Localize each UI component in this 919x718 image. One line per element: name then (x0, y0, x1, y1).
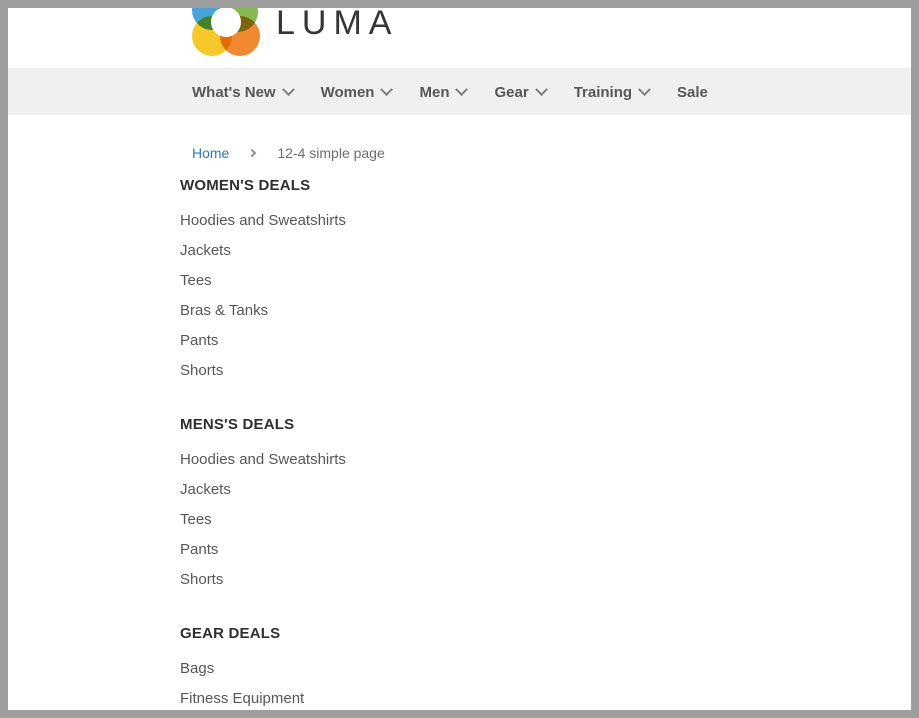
section-heading: WOMEN'S DEALS (180, 177, 311, 194)
chevron-down-icon (638, 82, 651, 96)
nav-item-label: What's New (192, 83, 276, 101)
deal-link[interactable]: Pants (180, 326, 911, 356)
nav-item-women[interactable]: Women (320, 82, 394, 101)
nav-item-label: Training (573, 83, 633, 101)
deal-link[interactable]: Bags (180, 654, 911, 684)
nav-item-label: Men (419, 83, 450, 101)
deal-link[interactable]: Bras & Tanks (180, 296, 911, 326)
chevron-down-icon (380, 82, 394, 96)
logo-wordmark: LUMA (276, 8, 399, 42)
nav-item-men[interactable]: Men (419, 82, 469, 101)
nav-item-sale[interactable]: Sale (677, 84, 708, 101)
chevron-down-icon (281, 82, 295, 96)
nav-item-gear[interactable]: Gear (494, 82, 548, 101)
section-heading: MENS'S DEALS (180, 416, 295, 433)
deal-link[interactable]: Hoodies and Sweatshirts (180, 206, 911, 236)
deal-link[interactable]: Tees (180, 505, 911, 535)
nav-item-training[interactable]: Training (573, 82, 651, 101)
site-logo[interactable]: LUMA (192, 8, 398, 58)
deal-link[interactable]: Pants (180, 535, 911, 565)
chevron-down-icon (534, 82, 548, 96)
primary-navigation: What's New Women Men Gear Training Sale (8, 68, 911, 115)
nav-item-whats-new[interactable]: What's New (192, 82, 295, 101)
page-canvas: LUMA What's New Women Men Gear Training … (8, 8, 911, 710)
deal-group-mens: MENS'S DEALS Hoodies and Sweatshirts Jac… (172, 416, 911, 595)
deal-link[interactable]: Jackets (180, 475, 911, 505)
main-content: WOMEN'S DEALS Hoodies and Sweatshirts Ja… (8, 161, 911, 710)
browser-frame: LUMA What's New Women Men Gear Training … (0, 0, 919, 718)
deal-group-womens: WOMEN'S DEALS Hoodies and Sweatshirts Ja… (172, 177, 911, 386)
nav-item-label: Women (320, 83, 375, 101)
deal-link[interactable]: Fitness Equipment (180, 684, 911, 710)
deal-group-gear: GEAR DEALS Bags Fitness Equipment (172, 625, 911, 710)
chevron-right-icon (248, 148, 257, 158)
nav-item-label: Gear (494, 83, 529, 101)
deal-link[interactable]: Shorts (180, 356, 911, 386)
site-header: LUMA (8, 8, 911, 68)
luma-flower-logo-icon (192, 8, 260, 58)
deal-link[interactable]: Jackets (180, 236, 911, 266)
section-heading: GEAR DEALS (180, 625, 281, 642)
deal-link[interactable]: Hoodies and Sweatshirts (180, 445, 911, 475)
breadcrumb-home-link[interactable]: Home (192, 145, 229, 161)
chevron-down-icon (455, 82, 469, 96)
breadcrumb-current-page: 12-4 simple page (277, 145, 385, 161)
nav-item-label: Sale (677, 83, 708, 101)
deal-link[interactable]: Tees (180, 266, 911, 296)
breadcrumb: Home 12-4 simple page (8, 115, 911, 161)
logo-center-hole (211, 8, 241, 37)
deal-link[interactable]: Shorts (180, 565, 911, 595)
